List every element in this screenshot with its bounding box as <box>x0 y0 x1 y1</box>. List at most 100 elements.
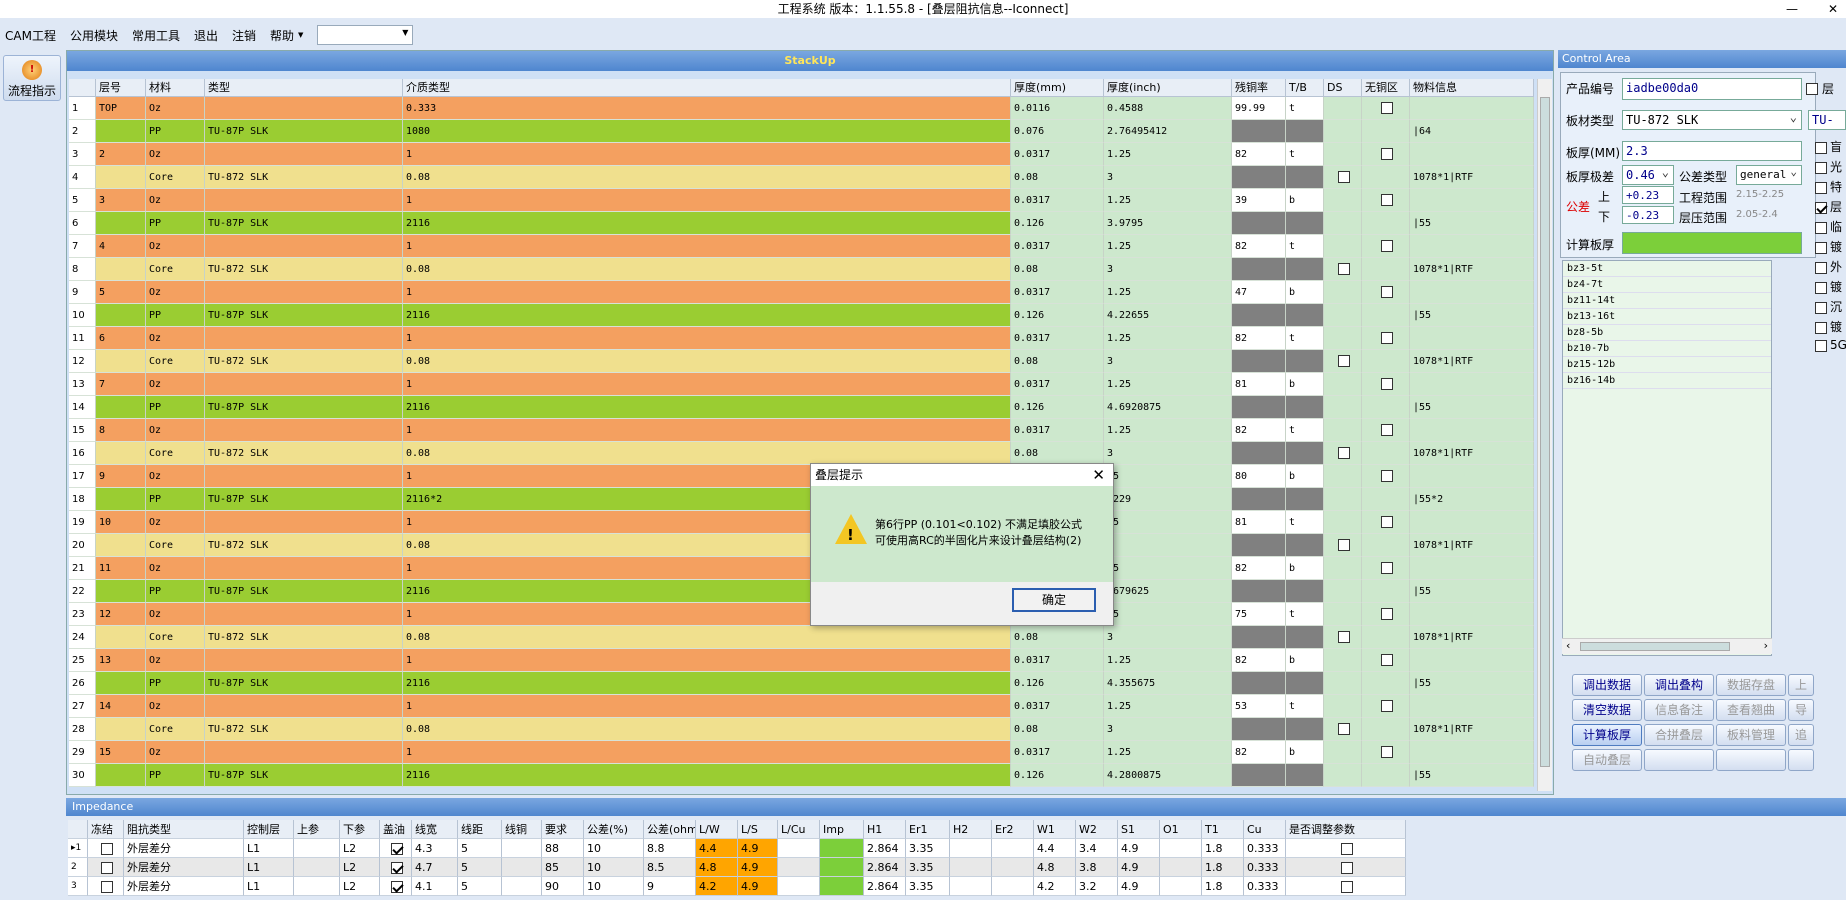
ds-cell[interactable] <box>1324 212 1362 235</box>
row-number-cell[interactable]: 16 <box>69 442 96 465</box>
material-info-cell[interactable]: |55 <box>1410 304 1534 327</box>
material-cell[interactable]: PP <box>146 304 205 327</box>
tb-cell[interactable]: b <box>1286 557 1324 580</box>
impedance-cell-h1[interactable]: 2.864 <box>864 877 906 896</box>
residual-copper-cell[interactable] <box>1232 626 1286 649</box>
side-check-item[interactable]: 临 <box>1815 218 1845 238</box>
side-check-item[interactable]: 5G <box>1815 338 1846 358</box>
impedance-header-cell[interactable]: 冻结 <box>88 820 124 839</box>
impedance-cell-er2[interactable] <box>992 858 1034 877</box>
residual-copper-cell[interactable]: 39 <box>1232 189 1286 212</box>
flow-indicator-button[interactable]: ! 流程指示 <box>3 55 61 101</box>
row-number-cell[interactable]: 10 <box>69 304 96 327</box>
layer-no-cell[interactable] <box>96 534 146 557</box>
row-number-cell[interactable]: 17 <box>69 465 96 488</box>
freeze-checkbox[interactable] <box>101 881 113 893</box>
ds-cell[interactable] <box>1324 465 1362 488</box>
layer-no-cell[interactable] <box>96 626 146 649</box>
ds-cell[interactable] <box>1324 97 1362 120</box>
thickness-inch-cell[interactable]: 1.25 <box>1104 649 1232 672</box>
row-number-cell[interactable]: 7 <box>69 235 96 258</box>
no-copper-checkbox[interactable] <box>1381 332 1393 344</box>
material-cell[interactable]: Core <box>146 718 205 741</box>
impedance-cell-req[interactable]: 85 <box>542 858 584 877</box>
type-cell[interactable]: TU-87P SLK <box>205 672 403 695</box>
thickness-inch-cell[interactable]: 0.4588 <box>1104 97 1232 120</box>
dielectric-cell[interactable]: 1 <box>403 327 1011 350</box>
impedance-header-cell[interactable]: W2 <box>1076 820 1118 839</box>
type-cell[interactable] <box>205 511 403 534</box>
material-cell[interactable]: PP <box>146 672 205 695</box>
header-no-copper[interactable]: 无铜区 <box>1362 79 1410 97</box>
thickness-mm-cell[interactable]: 0.0317 <box>1011 235 1104 258</box>
no-copper-cell[interactable] <box>1362 350 1410 373</box>
thickness-mm-cell[interactable]: 0.076 <box>1011 120 1104 143</box>
dielectric-cell[interactable]: 0.08 <box>403 350 1011 373</box>
impedance-cell-req[interactable]: 88 <box>542 839 584 858</box>
impedance-header-cell[interactable]: 公差(%) <box>584 820 644 839</box>
impedance-cell-imp[interactable] <box>820 839 864 858</box>
ds-cell[interactable] <box>1324 281 1362 304</box>
impedance-cell-adj[interactable] <box>1286 858 1406 877</box>
pattern-list-item[interactable]: bz10-7b <box>1563 341 1771 357</box>
stackup-row[interactable]: 12 Core TU-872 SLK 0.08 0.08 3 1078*1|RTF <box>69 350 1536 373</box>
board-type-right[interactable]: TU-87 <box>1808 110 1846 130</box>
layer-no-cell[interactable]: TOP <box>96 97 146 120</box>
impedance-cell-er2[interactable] <box>992 877 1034 896</box>
type-cell[interactable] <box>205 281 403 304</box>
ds-cell[interactable] <box>1324 442 1362 465</box>
impedance-cell-down[interactable]: L2 <box>340 858 380 877</box>
impedance-header-cell[interactable]: 公差(ohm) <box>644 820 696 839</box>
row-number-cell[interactable]: 28 <box>69 718 96 741</box>
layer-no-cell[interactable]: 4 <box>96 235 146 258</box>
no-copper-checkbox[interactable] <box>1381 148 1393 160</box>
oil-checkbox[interactable] <box>391 881 403 893</box>
row-number-cell[interactable]: 8 <box>69 258 96 281</box>
type-cell[interactable] <box>205 557 403 580</box>
row-number-cell[interactable]: 19 <box>69 511 96 534</box>
tb-cell[interactable]: b <box>1286 281 1324 304</box>
ds-cell[interactable] <box>1324 672 1362 695</box>
impedance-cell-freeze[interactable] <box>88 858 124 877</box>
row-number-cell[interactable]: 24 <box>69 626 96 649</box>
ds-cell[interactable] <box>1324 304 1362 327</box>
material-cell[interactable]: Core <box>146 442 205 465</box>
dielectric-cell[interactable]: 0.08 <box>403 258 1011 281</box>
impedance-cell-ctl[interactable]: L1 <box>244 858 294 877</box>
impedance-header-cell[interactable]: T1 <box>1202 820 1244 839</box>
no-copper-cell[interactable] <box>1362 764 1410 787</box>
row-number-cell[interactable]: 13 <box>69 373 96 396</box>
residual-copper-cell[interactable] <box>1232 580 1286 603</box>
pattern-list[interactable]: bz3-5t bz4-7t bz11-14t bz13-16t bz8-5b bz10-7… <box>1562 260 1772 656</box>
type-cell[interactable] <box>205 419 403 442</box>
menu-cam[interactable]: CAM工程 <box>5 27 56 44</box>
no-copper-checkbox[interactable] <box>1381 240 1393 252</box>
layer-no-cell[interactable]: 9 <box>96 465 146 488</box>
tb-cell[interactable]: b <box>1286 649 1324 672</box>
type-cell[interactable]: TU-87P SLK <box>205 212 403 235</box>
material-info-cell[interactable]: 1078*1|RTF <box>1410 258 1534 281</box>
side-checkbox[interactable] <box>1815 221 1827 234</box>
no-copper-cell[interactable] <box>1362 672 1410 695</box>
residual-copper-cell[interactable]: 82 <box>1232 557 1286 580</box>
impedance-header-cell[interactable]: 上参 <box>294 820 340 839</box>
no-copper-checkbox[interactable] <box>1381 470 1393 482</box>
impedance-cell-ctl[interactable]: L1 <box>244 877 294 896</box>
pattern-list-item[interactable]: bz8-5b <box>1563 325 1771 341</box>
ds-cell[interactable] <box>1324 511 1362 534</box>
residual-copper-cell[interactable]: 81 <box>1232 373 1286 396</box>
thickness-inch-cell[interactable]: 1.25 <box>1104 235 1232 258</box>
no-copper-cell[interactable] <box>1362 442 1410 465</box>
dielectric-cell[interactable]: 1 <box>403 695 1011 718</box>
impedance-header-cell[interactable]: L/S <box>738 820 778 839</box>
type-cell[interactable] <box>205 465 403 488</box>
side-checkbox[interactable] <box>1815 241 1827 254</box>
side-checkbox[interactable] <box>1815 161 1827 174</box>
impedance-cell-h2[interactable] <box>950 877 992 896</box>
stackup-row[interactable]: 25 13 Oz 1 0.0317 1.25 82 b <box>69 649 1536 672</box>
material-cell[interactable]: Oz <box>146 189 205 212</box>
material-cell[interactable]: Oz <box>146 603 205 626</box>
impedance-cell-up[interactable] <box>294 877 340 896</box>
impedance-cell-to[interactable]: 8.5 <box>644 858 696 877</box>
material-cell[interactable]: PP <box>146 212 205 235</box>
